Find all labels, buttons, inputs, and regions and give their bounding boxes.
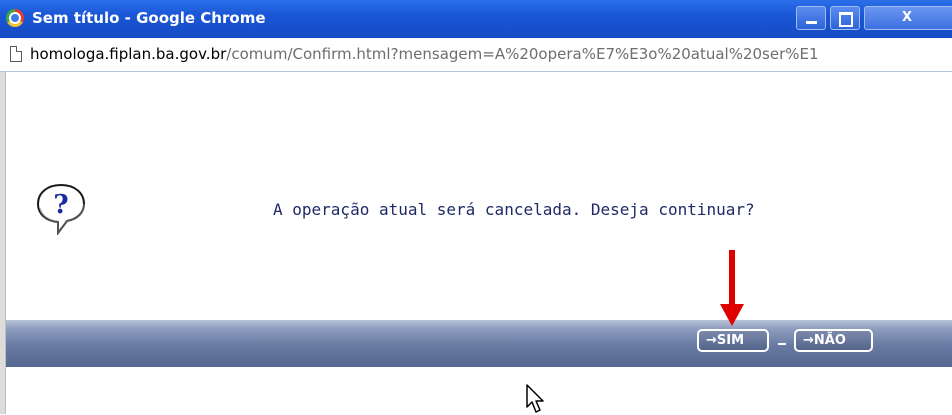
question-icon: ? (36, 183, 86, 235)
svg-text:?: ? (53, 190, 68, 220)
chrome-logo-icon (6, 9, 24, 27)
confirm-message: A operação atual será cancelada. Deseja … (273, 200, 755, 219)
button-separator (778, 343, 786, 345)
minimize-button[interactable] (796, 6, 826, 30)
url-host: homologa.fiplan.ba.gov.br (30, 45, 227, 63)
no-button[interactable]: →NÃO (794, 329, 873, 352)
close-icon: X (902, 10, 913, 25)
url-path: /comum/Confirm.html?mensagem=A%20opera%E… (226, 45, 819, 63)
minimize-icon (806, 21, 817, 24)
mouse-cursor-icon (526, 384, 544, 413)
yes-button[interactable]: →SIM (697, 329, 769, 352)
close-button[interactable]: X (864, 6, 952, 30)
window-title: Sem título - Google Chrome (32, 9, 266, 27)
page-icon (10, 46, 22, 62)
address-bar[interactable]: homologa.fiplan.ba.gov.br/comum/Confirm.… (0, 38, 952, 72)
window-titlebar: Sem título - Google Chrome X (0, 0, 952, 38)
maximize-icon (839, 12, 853, 27)
maximize-button[interactable] (830, 6, 860, 30)
url-text[interactable]: homologa.fiplan.ba.gov.br/comum/Confirm.… (30, 45, 819, 63)
annotation-arrow-icon (720, 250, 744, 326)
